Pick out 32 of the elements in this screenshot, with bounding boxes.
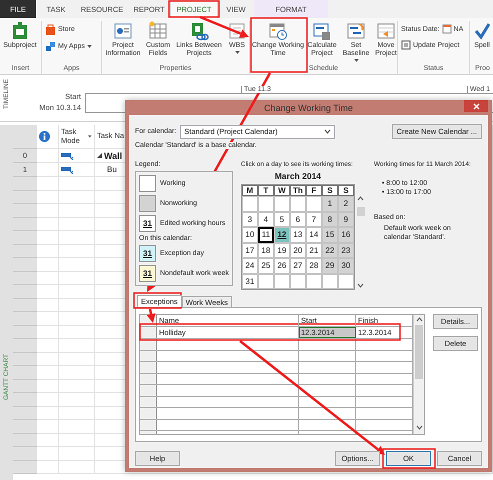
calendar-day[interactable]: 1 (322, 196, 338, 212)
calendar-day[interactable]: 25 (258, 258, 274, 274)
calendar-day[interactable]: 15 (322, 227, 338, 242)
weekday-header: Th (290, 185, 306, 196)
legend-swatch: 31 (139, 245, 156, 262)
calendar-day[interactable]: 11 (258, 227, 274, 242)
weekday-header: M (242, 185, 258, 196)
calendar-day[interactable]: 16 (338, 227, 354, 242)
calendar-day[interactable]: 27 (290, 258, 306, 274)
task-name[interactable]: Bu (97, 165, 117, 174)
legend-swatch: 31 (139, 265, 156, 282)
calendar-day[interactable]: 3 (242, 212, 258, 227)
calendar-day[interactable]: 26 (274, 258, 290, 274)
weekday-header: S (338, 185, 354, 196)
legend-swatch: 31 (139, 215, 156, 232)
calendar-day[interactable]: 14 (306, 227, 322, 242)
calendar-day[interactable]: 10 (242, 227, 258, 242)
calendar-day[interactable]: 17 (242, 242, 258, 258)
calendar-day[interactable]: 2 (338, 196, 354, 212)
calendar-day[interactable]: 13 (290, 227, 306, 242)
task-name[interactable]: Wall (104, 150, 122, 160)
calendar-day[interactable]: 24 (242, 258, 258, 274)
weekday-header: T (258, 185, 274, 196)
calendar-day[interactable]: 30 (338, 258, 354, 274)
dialog-title: Change Working Time (264, 102, 353, 112)
calendar-day[interactable]: 12 (274, 227, 290, 242)
weekday-header: F (306, 185, 322, 196)
calendar-day[interactable]: 29 (322, 258, 338, 274)
calendar-day[interactable]: 28 (306, 258, 322, 274)
weekday-header: W (274, 185, 290, 196)
calendar-day[interactable]: 31 (242, 274, 258, 289)
weekday-header: S (322, 185, 338, 196)
